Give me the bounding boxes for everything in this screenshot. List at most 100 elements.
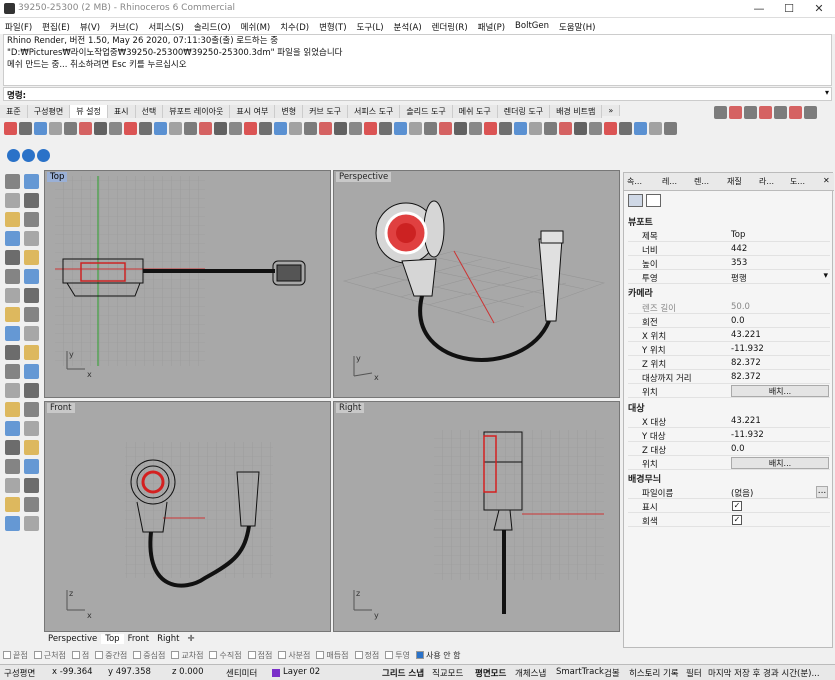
sidebar-tool-icon[interactable]	[24, 497, 39, 512]
sidebar-tool-icon[interactable]	[24, 193, 39, 208]
toolbar-tool-icon[interactable]	[604, 122, 617, 135]
osnap-intersection[interactable]: 교차점	[171, 650, 203, 661]
toolbar-tool-icon[interactable]	[484, 122, 497, 135]
sidebar-tool-icon[interactable]	[24, 402, 39, 417]
menu-tools[interactable]: 도구(L)	[352, 18, 389, 33]
render-tool-icon[interactable]	[714, 106, 727, 119]
status-ortho[interactable]: 직교모드	[432, 667, 463, 679]
toolbar-tool-icon[interactable]	[529, 122, 542, 135]
tab-select[interactable]: 선택	[135, 105, 164, 118]
toolbar-tool-icon[interactable]	[244, 122, 257, 135]
osnap-perpendicular[interactable]: 수직점	[209, 650, 242, 661]
tab-viewport-layout[interactable]: 뷰포트 레이아웃	[163, 105, 231, 118]
status-filter[interactable]: 필터	[686, 667, 702, 679]
command-dropdown-icon[interactable]: ▾	[825, 88, 829, 97]
toolbar-tool-icon[interactable]	[169, 122, 182, 135]
prop-z-target[interactable]: Z 대상 0.0	[628, 443, 830, 456]
sidebar-tool-icon[interactable]	[5, 497, 20, 512]
panel-tab-rendering[interactable]: 렌...	[694, 176, 709, 187]
menu-dimension[interactable]: 치수(D)	[275, 18, 314, 33]
toolbar-tool-icon[interactable]	[439, 122, 452, 135]
prop-rotation[interactable]: 회전 0.0	[628, 315, 830, 328]
tab-surface-tools[interactable]: 서피스 도구	[348, 105, 401, 118]
osnap-project[interactable]: 투영	[385, 650, 410, 661]
osnap-disable[interactable]: 사용 안 함	[415, 650, 461, 661]
sidebar-tool-icon[interactable]	[24, 421, 39, 436]
menu-render[interactable]: 렌더링(R)	[427, 18, 473, 33]
sidebar-tool-icon[interactable]	[5, 421, 20, 436]
sidebar-tool-icon[interactable]	[24, 212, 39, 227]
panel-tab-lights[interactable]: 라...	[759, 176, 774, 187]
toolbar-tool-icon[interactable]	[229, 122, 242, 135]
status-gumball[interactable]: 검볼	[604, 667, 620, 679]
panel-tab-help[interactable]: 도...	[790, 176, 805, 187]
sidebar-tool-icon[interactable]	[5, 478, 20, 493]
tab-more-icon[interactable]: »	[602, 105, 621, 116]
sidebar-tool-icon[interactable]	[5, 231, 20, 246]
viewport-tab-right[interactable]: Right	[153, 634, 183, 644]
menu-file[interactable]: 파일(F)	[0, 18, 37, 33]
osnap-point[interactable]: 점	[71, 650, 89, 661]
toolbar-tool-icon[interactable]	[574, 122, 587, 135]
sidebar-tool-icon[interactable]	[5, 440, 20, 455]
sidebar-tool-icon[interactable]	[5, 288, 20, 303]
sidebar-tool-icon[interactable]	[5, 326, 20, 341]
render-tool-icon[interactable]	[789, 106, 802, 119]
shaded-mode-icon[interactable]	[22, 149, 35, 162]
toolbar-tool-icon[interactable]	[499, 122, 512, 135]
viewport-icon[interactable]	[646, 194, 661, 207]
osnap-quadrant[interactable]: 사분점	[278, 650, 310, 661]
panel-tab-properties[interactable]: 속...	[627, 176, 642, 187]
show-checkbox[interactable]: ✓	[732, 501, 742, 511]
menu-boltgen[interactable]: BoltGen	[510, 18, 554, 31]
sidebar-tool-icon[interactable]	[24, 250, 39, 265]
toolbar-tool-icon[interactable]	[559, 122, 572, 135]
toolbar-tool-icon[interactable]	[319, 122, 332, 135]
sidebar-tool-icon[interactable]	[24, 269, 39, 284]
command-line[interactable]: 명령: ▾	[3, 87, 832, 101]
status-planar[interactable]: 평면모드	[475, 667, 506, 679]
toolbar-tool-icon[interactable]	[154, 122, 167, 135]
sidebar-tool-icon[interactable]	[24, 383, 39, 398]
viewport-tab-top[interactable]: Top	[101, 634, 124, 644]
osnap-tangent[interactable]: 접점	[247, 650, 272, 661]
toolbar-tool-icon[interactable]	[409, 122, 422, 135]
toolbar-tool-icon[interactable]	[259, 122, 272, 135]
viewport-title[interactable]: Right	[336, 403, 365, 413]
viewport-title[interactable]: Front	[47, 403, 75, 413]
browse-button[interactable]: ...	[816, 486, 828, 498]
panel-tab-materials[interactable]: 재질	[727, 176, 742, 187]
status-osnap[interactable]: 개체스냅	[515, 667, 546, 679]
sidebar-tool-icon[interactable]	[24, 364, 39, 379]
sidebar-tool-icon[interactable]	[24, 345, 39, 360]
tab-curve-tools[interactable]: 커브 도구	[303, 105, 349, 118]
gray-checkbox[interactable]: ✓	[732, 515, 742, 525]
osnap-near[interactable]: 근처점	[33, 650, 66, 661]
prop-x-location[interactable]: X 위치 43.221	[628, 329, 830, 342]
sidebar-tool-icon[interactable]	[5, 402, 20, 417]
toolbar-tool-icon[interactable]	[304, 122, 317, 135]
sidebar-tool-icon[interactable]	[24, 231, 39, 246]
toolbar-tool-icon[interactable]	[469, 122, 482, 135]
panel-close-icon[interactable]: ✕	[823, 176, 830, 185]
osnap-mid[interactable]: 중간점	[95, 650, 127, 661]
osnap-end[interactable]: 끝점	[3, 650, 28, 661]
prop-y-location[interactable]: Y 위치 -11.932	[628, 343, 830, 356]
viewport-front[interactable]: Front z x	[44, 401, 331, 632]
sidebar-tool-icon[interactable]	[24, 459, 39, 474]
viewport-right[interactable]: Right z y	[333, 401, 620, 632]
menu-help[interactable]: 도움말(H)	[554, 18, 600, 33]
toolbar-tool-icon[interactable]	[544, 122, 557, 135]
sidebar-tool-icon[interactable]	[24, 288, 39, 303]
menu-edit[interactable]: 편집(E)	[37, 18, 75, 33]
status-grid-snap[interactable]: 그리드 스냅	[382, 667, 424, 679]
toolbar-tool-icon[interactable]	[34, 122, 47, 135]
sidebar-tool-icon[interactable]	[5, 383, 20, 398]
toolbar-tool-icon[interactable]	[79, 122, 92, 135]
camera-icon[interactable]	[628, 194, 643, 207]
maximize-button[interactable]: ☐	[774, 0, 804, 18]
prop-distance[interactable]: 대상까지 거리 82.372	[628, 371, 830, 384]
sidebar-tool-icon[interactable]	[24, 307, 39, 322]
render-tool-icon[interactable]	[759, 106, 772, 119]
tab-background-bitmap[interactable]: 배경 비트맵	[550, 105, 603, 118]
